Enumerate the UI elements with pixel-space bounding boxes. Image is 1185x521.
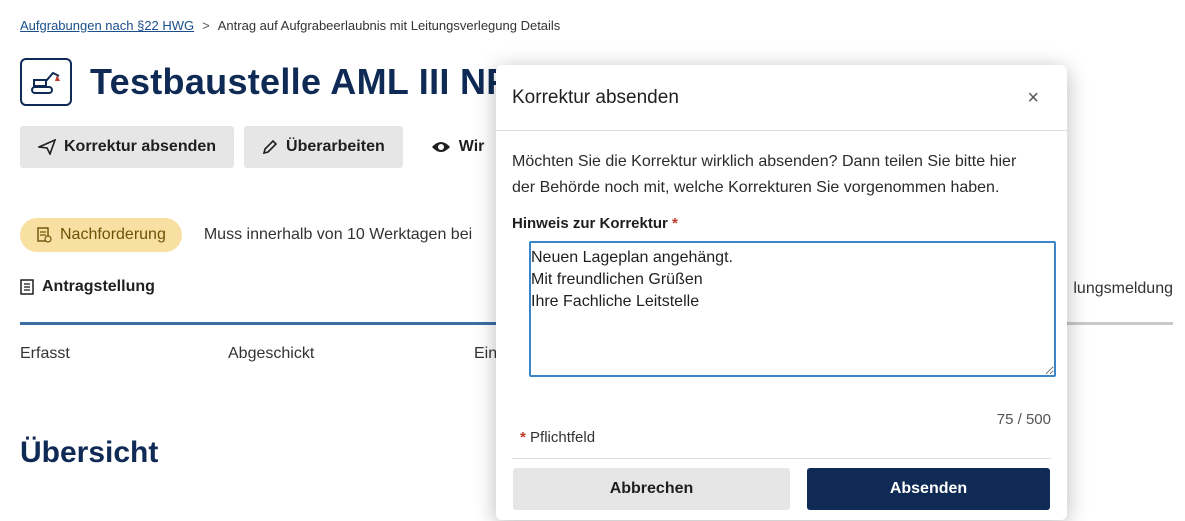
correction-note-wrapper bbox=[529, 241, 1056, 377]
cancel-button[interactable]: Abbrechen bbox=[513, 468, 790, 510]
required-note-marker: * bbox=[520, 429, 526, 446]
required-field-note: * Pflichtfeld bbox=[520, 429, 595, 446]
correction-note-label: Hinweis zur Korrektur * bbox=[512, 215, 1051, 232]
dialog-body: Möchten Sie die Korrektur wirklich absen… bbox=[496, 131, 1067, 377]
correction-dialog: Korrektur absenden × Möchten Sie die Kor… bbox=[496, 65, 1067, 520]
dialog-title: Korrektur absenden bbox=[512, 86, 679, 108]
footer-divider bbox=[512, 458, 1051, 459]
dialog-header: Korrektur absenden × bbox=[496, 65, 1067, 131]
required-marker: * bbox=[672, 215, 678, 232]
correction-note-label-text: Hinweis zur Korrektur bbox=[512, 215, 668, 232]
required-note-text: Pflichtfeld bbox=[530, 429, 596, 446]
correction-note-textarea[interactable] bbox=[529, 241, 1056, 377]
submit-button[interactable]: Absenden bbox=[807, 468, 1050, 510]
character-counter: 75 / 500 bbox=[996, 411, 1051, 428]
close-icon[interactable]: × bbox=[1027, 88, 1039, 108]
dialog-intro-text: Möchten Sie die Korrektur wirklich absen… bbox=[512, 153, 1017, 196]
